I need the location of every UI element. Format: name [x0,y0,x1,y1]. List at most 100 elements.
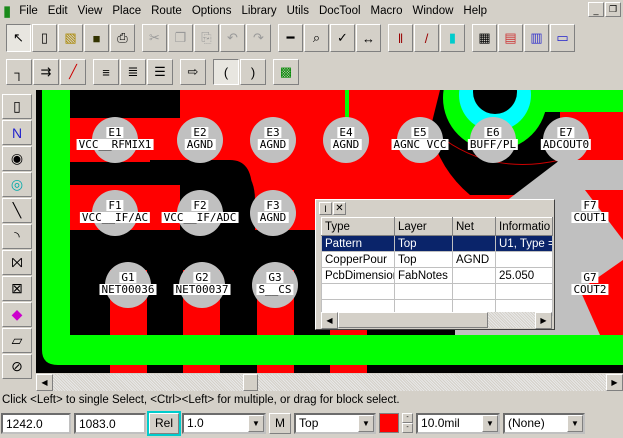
route-miter-button[interactable]: ╱ [60,59,86,85]
placement-toolbar: ▯ N ◉ ◎ ╲ ◝ ⨝ ⊠ ◆ ▱ ⊘ [2,94,34,379]
place-cutout-icon: ⊠ [11,280,23,296]
pattern-button[interactable]: ▤ [498,24,523,52]
scroll-left-icon[interactable]: ◀ [36,374,53,391]
spinner-down-button[interactable]: - [402,422,414,433]
scroll-thumb[interactable] [243,374,258,391]
arc-route-a-button[interactable]: ( [213,59,239,85]
place-cutout-button[interactable]: ⊠ [2,276,32,301]
menu-utils[interactable]: Utils [282,5,314,17]
style-select[interactable]: (None) ▼ [503,412,586,434]
layer-color-swatch[interactable] [379,413,400,433]
column-header[interactable]: Net [452,217,496,236]
table-cell: 25.050 [495,267,553,284]
horizontal-scrollbar[interactable]: ◀ ▶ [36,374,623,391]
pin-button[interactable]: I [319,202,332,215]
place-component-button[interactable]: ▯ [2,94,32,119]
layer-spinner[interactable]: - - [402,412,414,434]
line-width-select[interactable]: 10.0mil ▼ [416,412,501,434]
netlist-button[interactable]: ↔ [356,24,381,52]
scroll-right-icon[interactable]: ▶ [535,312,552,329]
place-polygon-button[interactable]: ⨝ [2,250,32,275]
layer-select[interactable]: Top ▼ [294,412,377,434]
place-line-button[interactable]: ╲ [2,198,32,223]
measure-button[interactable]: ━ [278,24,303,52]
menu-file[interactable]: File [14,5,43,17]
menu-macro[interactable]: Macro [366,5,408,17]
pad-id-label: G1 [119,271,137,284]
route-manual-button[interactable]: ┐ [6,59,32,85]
pushpin-button[interactable]: ⇨ [180,59,206,85]
menu-options[interactable]: Options [187,5,237,17]
menu-window[interactable]: Window [408,5,459,17]
selection-info-window[interactable]: I ✕ Type Layer Net Informatio Pattern Top U1, … [315,199,555,330]
minimize-button[interactable]: _ [588,2,604,17]
place-fill-button[interactable]: ◆ [2,302,32,327]
x-coordinate-field[interactable]: 1242.0 [1,412,71,434]
scroll-thumb[interactable] [338,312,488,328]
cut-button[interactable]: ✂ [142,24,167,52]
column-header[interactable]: Type [321,217,395,236]
route-multi-button[interactable]: ≣ [120,59,146,85]
copper-pour-button[interactable]: ▩ [273,59,299,85]
scroll-right-icon[interactable]: ▶ [606,374,623,391]
drc-button[interactable]: ✓ [330,24,355,52]
menu-library[interactable]: Library [236,5,281,17]
table-row[interactable]: Pattern Top U1, Type = [321,235,553,252]
arc-route-b-button[interactable]: ) [240,59,266,85]
select-button[interactable]: ↖ [6,24,31,52]
copy-button[interactable]: ❐ [168,24,193,52]
column-header[interactable]: Layer [394,217,453,236]
restore-button[interactable]: ❐ [605,2,621,17]
route-miter-icon: ╱ [69,64,77,79]
spinner-up-button[interactable]: - [402,412,414,423]
popup-hscroll[interactable]: ◀ ▶ [321,312,552,329]
table-row[interactable] [321,283,553,300]
place-plane-button[interactable]: ▱ [2,328,32,353]
route-interactive-icon: ⇉ [40,64,52,79]
column-header[interactable]: Informatio [495,217,553,236]
place-connection-button[interactable]: N [2,120,32,145]
place-via-button[interactable]: ◎ [2,172,32,197]
zoom-button[interactable]: ⌕ [304,24,329,52]
menu-edit[interactable]: Edit [43,5,73,17]
menu-help[interactable]: Help [458,5,492,17]
undo-button[interactable]: ↶ [220,24,245,52]
place-pad-button[interactable]: ◉ [2,146,32,171]
print-icon: ⎙ [117,30,128,45]
zoom-icon: ⌕ [312,30,321,45]
pad-button[interactable]: ▭ [550,24,575,52]
close-button[interactable]: ✕ [333,202,346,215]
y-coordinate-field[interactable]: 1083.0 [74,412,146,434]
scroll-left-icon[interactable]: ◀ [321,312,338,329]
table-row[interactable]: CopperPour Top AGND [321,251,553,268]
open-button[interactable]: ▧ [58,24,83,52]
menu-view[interactable]: View [73,5,108,17]
route-interactive-button[interactable]: ⇉ [33,59,59,85]
relative-button[interactable]: Rel [146,410,182,436]
menu-place[interactable]: Place [107,5,146,17]
chevron-down-icon: ▼ [567,414,584,432]
place-arc-button[interactable]: ◝ [2,224,32,249]
keepout-button[interactable]: ⊘ [2,354,32,379]
print-button[interactable]: ⎙ [110,24,135,52]
grid-select[interactable]: 1.0 ▼ [182,412,267,434]
table-row[interactable]: PcbDimension FabNotes 25.050 [321,267,553,284]
new-button[interactable]: ▯ [32,24,57,52]
place-connection-icon: N [11,124,23,141]
menu-doctool[interactable]: DocTool [314,5,366,17]
component-button[interactable]: ▥ [524,24,549,52]
layer-button[interactable]: ‖ [388,24,413,52]
metric-button[interactable]: M [269,412,292,434]
paste-button[interactable]: ⎘ [194,24,219,52]
route-bus-button[interactable]: ≡ [93,59,119,85]
redo-button[interactable]: ↷ [246,24,271,52]
menu-route[interactable]: Route [146,5,187,17]
route-button[interactable]: / [414,24,439,52]
layer-color-button[interactable]: ▮ [440,24,465,52]
save-button[interactable]: ■ [84,24,109,52]
place-line-icon: ╲ [12,202,22,218]
app-icon[interactable]: ▮ [0,2,14,20]
spreadsheet-button[interactable]: ▦ [472,24,497,52]
pad-id-label: E3 [264,126,282,139]
route-fanout-button[interactable]: ☰ [147,59,173,85]
